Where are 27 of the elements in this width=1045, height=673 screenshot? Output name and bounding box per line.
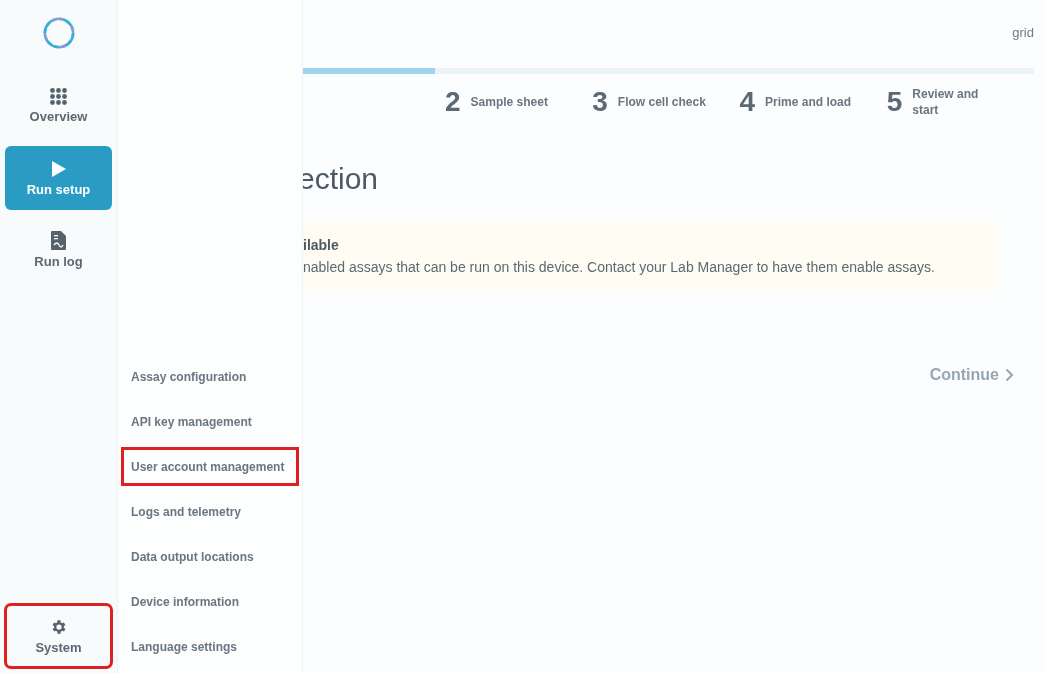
step-number: 4 <box>739 86 756 118</box>
menu-item[interactable]: User account management <box>118 444 302 489</box>
document-icon <box>51 231 66 250</box>
menu-item[interactable]: Data output locations <box>118 534 302 579</box>
step-number: 5 <box>886 86 903 118</box>
step-label: Review and start <box>912 86 980 118</box>
nav-item[interactable]: Run log <box>5 218 112 282</box>
logo-icon <box>41 16 76 50</box>
nav-item[interactable]: Overview <box>5 74 112 138</box>
menu-item[interactable]: Assay configuration <box>118 354 302 399</box>
grid-icon <box>50 88 67 105</box>
step-label: Prime and load <box>765 94 852 110</box>
step-label: Sample sheet <box>470 94 548 110</box>
nav-item[interactable]: System <box>5 604 112 668</box>
user-name[interactable]: grid <box>1012 25 1034 40</box>
menu-item[interactable]: Language settings <box>118 624 302 669</box>
menu-item[interactable]: Device information <box>118 579 302 624</box>
step-number: 2 <box>445 86 461 118</box>
chevron-right-icon <box>1005 368 1014 382</box>
nav-item[interactable]: Run setup <box>5 146 112 210</box>
notice-heading: ilable <box>303 237 340 253</box>
menu-item[interactable]: API key management <box>118 399 302 444</box>
step-label: Flow cell check <box>617 94 706 110</box>
play-icon <box>50 159 67 178</box>
notice-text: nabled assays that can be run on this device. Contact your Lab Manager to have them enable assays. <box>303 259 936 275</box>
step-number: 3 <box>592 86 608 118</box>
menu-item[interactable]: Logs and telemetry <box>118 489 302 534</box>
